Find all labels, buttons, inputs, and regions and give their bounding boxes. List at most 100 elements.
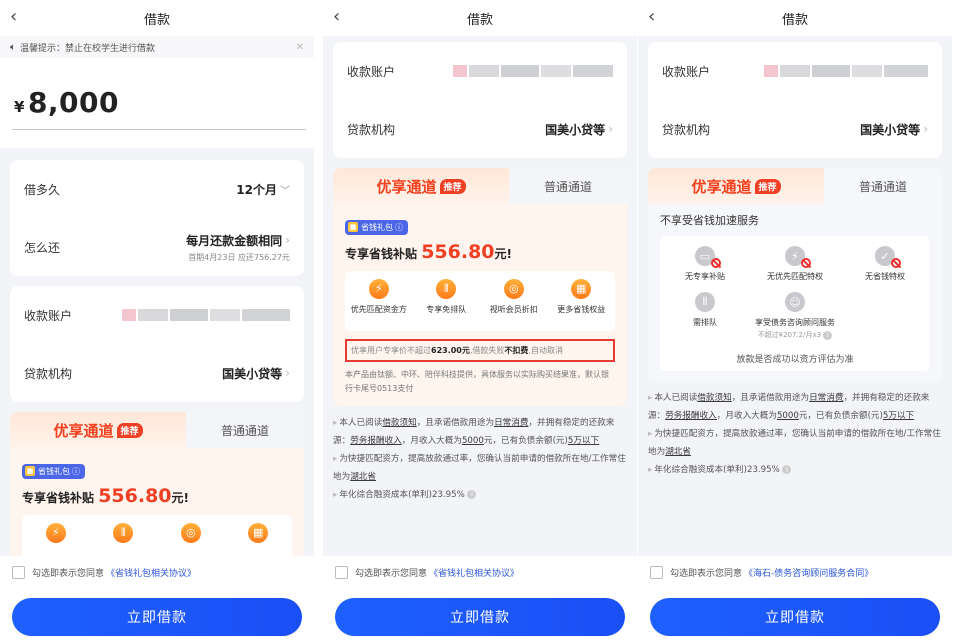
chevron-down-icon: ﹀: [280, 185, 290, 197]
lightning-icon: ⚡︎: [368, 278, 389, 299]
agree-checkbox[interactable]: [12, 566, 25, 579]
agreement-row: 勾选即表示您同意 《省钱礼包相关协议》: [0, 556, 314, 579]
no-service-item: ☺ 享受债务咨询顾问服务 不超过¥207.2/月x3 i: [750, 292, 840, 340]
channel-card: 优享通道 推荐 普通通道 ■ 省钱礼包 ⓘ 专享省钱补贴 556.80元! ⚡︎ 优先匹…: [333, 168, 627, 406]
masked-account: [453, 65, 613, 77]
lender-row[interactable]: 贷款机构 国美小贷等 ›: [10, 344, 304, 402]
bottom-bar: 勾选即表示您同意 《省钱礼包相关协议》 立即借款: [0, 556, 314, 642]
info-icon[interactable]: i: [823, 330, 833, 340]
gift-icon: ■: [25, 466, 35, 476]
notice-text: 温馨提示：禁止在校学生进行借款: [20, 43, 156, 54]
no-service-label: 无专享补贴: [684, 272, 725, 281]
account-card: 收款账户 贷款机构 国美小贷等 ›: [333, 42, 627, 158]
submit-button[interactable]: 立即借款: [12, 598, 302, 636]
tab-vip[interactable]: 优享通道 推荐: [648, 168, 824, 204]
terms-block: ▸ 本人已阅读借款须知，且承诺借款用途为日常消费，并拥有稳定的还款来源：劳务报酬收…: [648, 393, 941, 475]
priority-icon: ⚡︎: [784, 246, 811, 268]
account-row[interactable]: 收款账户: [10, 286, 304, 344]
agree-text: 勾选即表示您同意: [670, 569, 743, 579]
terms-value[interactable]: 5000: [777, 411, 799, 421]
no-service-item: ✓ 无省钱特权: [840, 246, 930, 282]
submit-button[interactable]: 立即借款: [650, 598, 940, 636]
nav-bar: ‹ 借款: [323, 0, 637, 36]
tab-normal[interactable]: 普通通道: [824, 168, 942, 204]
terms-value[interactable]: 日常消费: [494, 418, 528, 428]
page-title: 借款: [466, 12, 493, 28]
info-icon[interactable]: ⓘ: [395, 222, 403, 233]
terms-link[interactable]: 借款须知: [697, 393, 731, 403]
terms-link[interactable]: 借款须知: [382, 418, 416, 428]
terms-value[interactable]: 5万以下: [568, 436, 599, 446]
tab-vip-label: 优享通道: [376, 177, 437, 196]
terms-value[interactable]: 日常消费: [809, 393, 843, 403]
price-note: 不超过¥207.2/月x3: [757, 331, 822, 339]
account-label: 收款账户: [662, 64, 711, 79]
terms-value[interactable]: 湖北省: [665, 447, 691, 457]
no-service-label: 无优先匹配特权: [766, 272, 823, 281]
subsidy-prefix: 专享省钱补贴: [345, 246, 418, 261]
subsidy-icon: ▭: [694, 246, 721, 268]
info-icon[interactable]: i: [782, 465, 792, 474]
back-icon[interactable]: ‹: [10, 6, 17, 28]
benefit-item: ⚡︎ 优先匹配资金方: [345, 278, 413, 331]
agree-text: 勾选即表示您同意: [32, 569, 105, 579]
agreement-link[interactable]: 《海石-债务咨询顾问服务合同》: [744, 566, 873, 579]
info-icon[interactable]: i: [467, 489, 477, 499]
screen-3: ‹ 借款 收款账户 贷款机构 国美小贷等 › 优享通道 推荐 普通通道 不享受省钱加…: [638, 0, 952, 642]
chevron-right-icon: ›: [923, 122, 928, 136]
term-row[interactable]: 借多久 12个月 ﹀: [10, 160, 304, 218]
account-row[interactable]: 收款账户: [648, 42, 942, 100]
tab-vip[interactable]: 优享通道 推荐: [333, 168, 509, 204]
grid-icon: ▦: [248, 522, 269, 543]
info-icon[interactable]: ⓘ: [72, 466, 80, 477]
lender-row[interactable]: 贷款机构 国美小贷等 ›: [333, 100, 627, 158]
ban-icon: [710, 258, 721, 268]
benefit-item: ⫴ 专享免排队: [413, 278, 481, 331]
recommend-badge: 推荐: [116, 422, 143, 438]
close-icon[interactable]: ✕: [296, 42, 304, 53]
tab-normal-label: 普通通道: [220, 423, 269, 438]
benefit-icons: ⚡︎ 优先匹配资金方 ⫴ 专享免排队 ◎ 视听会员折扣 ▦ 更多省钱权益: [345, 270, 615, 331]
tab-normal[interactable]: 普通通道: [509, 168, 627, 204]
subsidy-prefix: 专享省钱补贴: [22, 490, 95, 505]
submit-button[interactable]: 立即借款: [335, 598, 625, 636]
queue-icon: ⫴: [694, 292, 715, 312]
agree-text: 勾选即表示您同意: [355, 569, 428, 579]
lender-row[interactable]: 贷款机构 国美小贷等 ›: [648, 100, 942, 158]
tab-vip-label: 优享通道: [53, 421, 114, 440]
back-icon[interactable]: ‹: [333, 6, 340, 28]
channel-tabs: 优享通道 推荐 普通通道: [10, 412, 304, 448]
subsidy-amount: 556.80: [98, 484, 172, 507]
page-title: 借款: [781, 12, 808, 28]
agree-checkbox[interactable]: [335, 566, 348, 579]
terms-text: ，且承诺借款用途为: [731, 393, 810, 403]
gift-badge: ■ 省钱礼包 ⓘ: [345, 219, 408, 235]
subsidy-amount: 556.80: [421, 240, 495, 263]
agreement-row: 勾选即表示您同意 《省钱礼包相关协议》: [323, 556, 637, 579]
amount-input[interactable]: ¥8,000: [12, 86, 306, 130]
agreement-link[interactable]: 《省钱礼包相关协议》: [106, 566, 196, 579]
terms-value[interactable]: 5000: [462, 436, 484, 446]
repay-row[interactable]: 怎么还 每月还款金额相同 › 首期4月23日 应还756.27元: [10, 218, 304, 276]
masked-account: [764, 65, 928, 77]
agreement-link[interactable]: 《省钱礼包相关协议》: [429, 566, 519, 579]
bottom-bar: 勾选即表示您同意 《海石-债务咨询顾问服务合同》 立即借款: [638, 556, 952, 642]
terms-value[interactable]: 5万以下: [883, 411, 914, 421]
terms-text: 元，已有负债余额(元): [798, 411, 883, 421]
tab-vip[interactable]: 优享通道 推荐: [10, 412, 186, 448]
gift-label: 省钱礼包: [361, 222, 393, 232]
agree-checkbox[interactable]: [650, 566, 663, 579]
notice-bar: 🔈︎ 温馨提示：禁止在校学生进行借款 ✕: [0, 36, 314, 58]
benefit-label: 视听会员折扣: [489, 304, 538, 314]
terms-value[interactable]: 劳务报酬收入: [350, 436, 402, 446]
saving-icon: ✓: [874, 246, 901, 268]
account-row[interactable]: 收款账户: [333, 42, 627, 100]
discount-icon: ◎: [503, 278, 524, 299]
terms-value[interactable]: 湖北省: [350, 472, 376, 482]
subsidy-suffix: 元!: [171, 490, 190, 505]
terms-value[interactable]: 劳务报酬收入: [665, 411, 717, 421]
tab-normal[interactable]: 普通通道: [186, 412, 304, 448]
grid-icon: ▦: [571, 278, 592, 299]
back-icon[interactable]: ‹: [648, 6, 655, 28]
agreement-row: 勾选即表示您同意 《海石-债务咨询顾问服务合同》: [638, 556, 952, 579]
